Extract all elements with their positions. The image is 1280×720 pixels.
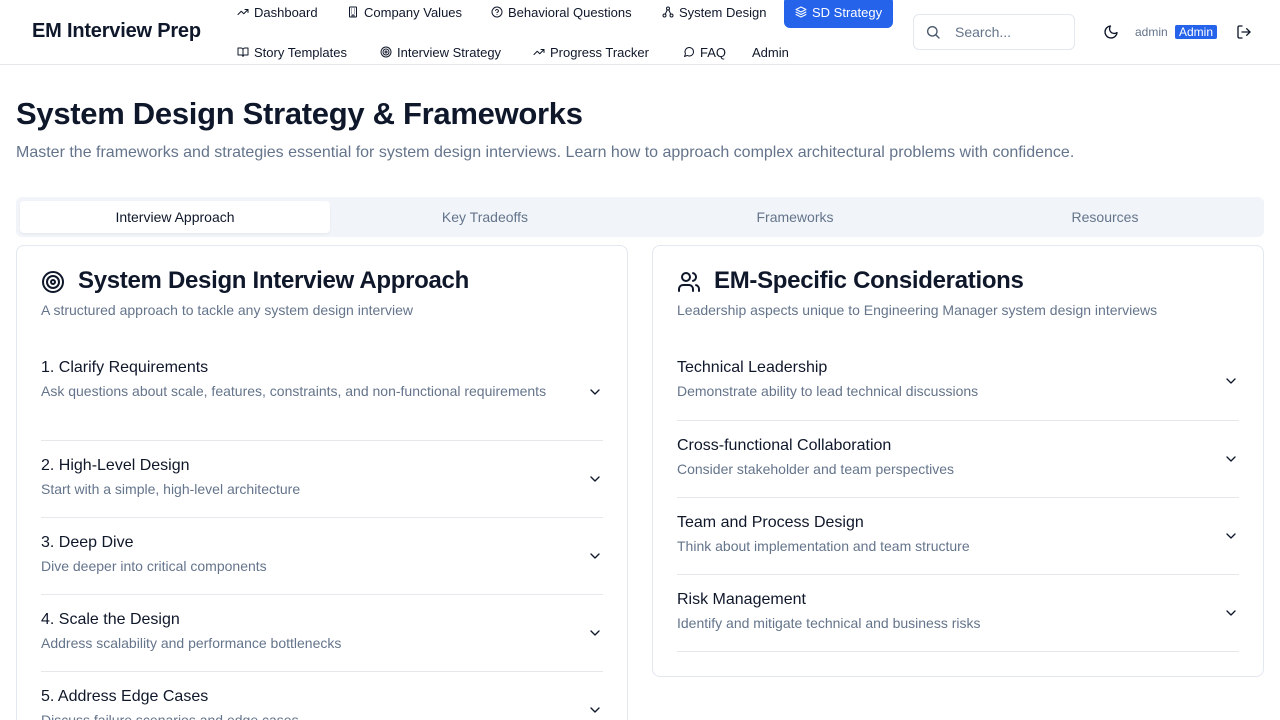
card-description: Leadership aspects unique to Engineering… xyxy=(677,302,1158,318)
accordion-subtitle: Start with a simple, high-level architec… xyxy=(41,481,301,497)
accordion-item-scale-the-design[interactable]: 4. Scale the Design Address scalability … xyxy=(41,595,603,672)
accordion-item-deep-dive[interactable]: 3. Deep Dive Dive deeper into critical c… xyxy=(41,518,603,595)
nav-interview-strategy-label: Interview Strategy xyxy=(397,44,502,60)
role-badge: Admin xyxy=(1175,25,1218,39)
layers-icon xyxy=(795,6,807,18)
accordion-item-technical-leadership[interactable]: Technical Leadership Demonstrate ability… xyxy=(677,343,1239,421)
accordion-item-high-level-design[interactable]: 2. High-Level Design Start with a simple… xyxy=(41,441,603,518)
nav-sd-strategy[interactable]: SD Strategy xyxy=(784,0,894,28)
accordion-title: Cross-functional Collaboration xyxy=(677,437,892,454)
accordion-title: 4. Scale the Design xyxy=(41,611,180,628)
target-icon xyxy=(41,270,65,294)
building-icon xyxy=(349,6,357,18)
nav-admin-label: Admin xyxy=(752,44,789,60)
users-icon xyxy=(677,270,701,294)
search-box[interactable] xyxy=(913,14,1075,50)
nav-faq-label: FAQ xyxy=(700,44,727,60)
accordion-item-risk-management[interactable]: Risk Management Identify and mitigate te… xyxy=(677,575,1239,652)
tab-key-tradeoffs[interactable]: Key Tradeoffs xyxy=(330,201,640,233)
accordion-title: 5. Address Edge Cases xyxy=(41,688,209,705)
page-title: System Design Strategy & Frameworks xyxy=(16,96,583,131)
chevron-down-icon xyxy=(1223,528,1239,544)
tab-frameworks[interactable]: Frameworks xyxy=(640,201,950,233)
chevron-down-icon xyxy=(587,625,603,641)
nav-progress-tracker-label: Progress Tracker xyxy=(550,44,649,60)
tab-resources[interactable]: Resources xyxy=(950,201,1260,233)
search-icon xyxy=(927,26,940,39)
trending-up-icon xyxy=(237,9,249,15)
accordion-title: Team and Process Design xyxy=(677,514,864,531)
nav-sd-strategy-label: SD Strategy xyxy=(812,4,883,20)
tab-interview-approach[interactable]: Interview Approach xyxy=(20,201,330,233)
nav-story-templates[interactable]: Story Templates xyxy=(229,38,355,66)
log-out-icon xyxy=(1237,25,1251,39)
accordion-item-clarify-requirements[interactable]: 1. Clarify Requirements Ask questions ab… xyxy=(41,343,603,441)
accordion-title: Technical Leadership xyxy=(677,359,828,376)
accordion-title: 2. High-Level Design xyxy=(41,457,190,474)
nav-behavioral-questions[interactable]: Behavioral Questions xyxy=(483,0,640,26)
accordion-subtitle: Think about implementation and team stru… xyxy=(677,538,970,554)
accordion-subtitle: Identify and mitigate technical and busi… xyxy=(677,615,981,631)
accordion-item-cross-functional-collaboration[interactable]: Cross-functional Collaboration Consider … xyxy=(677,421,1239,498)
em-considerations-card: EM-Specific Considerations Leadership as… xyxy=(652,245,1264,677)
accordion-title: Risk Management xyxy=(677,591,806,608)
trending-up-icon xyxy=(533,49,545,55)
chevron-down-icon xyxy=(587,702,603,718)
nav-interview-strategy[interactable]: Interview Strategy xyxy=(372,38,509,66)
nav-story-templates-label: Story Templates xyxy=(254,44,347,60)
accordion-subtitle: Ask questions about scale, features, con… xyxy=(41,383,547,399)
nav-company-values-label: Company Values xyxy=(364,4,463,20)
search-input[interactable] xyxy=(955,24,1065,40)
nav-system-design-label: System Design xyxy=(679,4,767,20)
chevron-down-icon xyxy=(587,548,603,564)
card-title: EM-Specific Considerations xyxy=(714,267,1024,294)
help-circle-icon xyxy=(491,6,503,18)
nav-dashboard-label: Dashboard xyxy=(254,4,318,20)
chevron-down-icon xyxy=(1223,451,1239,467)
card-description: A structured approach to tackle any syst… xyxy=(41,302,413,318)
chevron-down-icon xyxy=(587,384,603,400)
chevron-down-icon xyxy=(587,471,603,487)
message-circle-icon xyxy=(684,47,695,57)
logout-button[interactable] xyxy=(1232,20,1256,44)
chevron-down-icon xyxy=(1223,605,1239,621)
page-subtitle: Master the frameworks and strategies ess… xyxy=(16,144,1075,161)
accordion-item-address-edge-cases[interactable]: 5. Address Edge Cases Discuss failure sc… xyxy=(41,672,603,720)
accordion-title: 3. Deep Dive xyxy=(41,534,134,551)
target-icon xyxy=(380,46,392,58)
top-header: EM Interview Prep Dashboard Company Valu… xyxy=(0,0,1280,65)
accordion-subtitle: Demonstrate ability to lead technical di… xyxy=(677,383,979,399)
theme-toggle-button[interactable] xyxy=(1099,20,1123,44)
user-name: admin xyxy=(1135,25,1168,39)
nav-admin[interactable]: Admin xyxy=(744,38,797,66)
book-open-icon xyxy=(237,47,249,57)
nav-progress-tracker[interactable]: Progress Tracker xyxy=(525,38,657,66)
accordion-title: 1. Clarify Requirements xyxy=(41,359,209,376)
nav-behavioral-questions-label: Behavioral Questions xyxy=(508,4,632,20)
nav-dashboard[interactable]: Dashboard xyxy=(229,0,326,26)
tab-list: Interview Approach Key Tradeoffs Framewo… xyxy=(16,197,1264,237)
interview-approach-card: System Design Interview Approach A struc… xyxy=(16,245,628,720)
accordion-subtitle: Address scalability and performance bott… xyxy=(41,635,342,651)
nav-system-design[interactable]: System Design xyxy=(654,0,774,26)
accordion-subtitle: Discuss failure scenarios and edge cases xyxy=(41,712,299,720)
accordion-subtitle: Dive deeper into critical components xyxy=(41,558,267,574)
accordion-item-team-and-process-design[interactable]: Team and Process Design Think about impl… xyxy=(677,498,1239,575)
accordion-subtitle: Consider stakeholder and team perspectiv… xyxy=(677,461,955,477)
network-icon xyxy=(662,6,674,18)
card-title: System Design Interview Approach xyxy=(78,267,469,294)
app-brand[interactable]: EM Interview Prep xyxy=(32,20,201,43)
moon-icon xyxy=(1104,25,1118,39)
nav-company-values[interactable]: Company Values xyxy=(339,0,470,26)
nav-faq[interactable]: FAQ xyxy=(675,38,734,66)
chevron-down-icon xyxy=(1223,373,1239,389)
